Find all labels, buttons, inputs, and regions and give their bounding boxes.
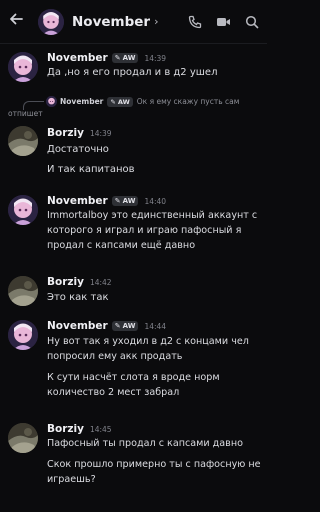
status-badge: ✎ AW [111, 53, 139, 63]
message-header: November ✎ AW 14:39 [47, 52, 166, 64]
status-badge: ✎ AW [111, 196, 139, 206]
chat-header: November › [0, 0, 267, 44]
timestamp: 14:40 [144, 196, 167, 206]
message-text: Immortalboy это единственный аккаунт с к… [47, 210, 258, 251]
timestamp: 14:42 [89, 277, 112, 287]
message-header: November ✎ AW 14:40 [47, 195, 166, 207]
author-name[interactable]: November [47, 52, 108, 64]
message-header: Borziy 14:42 [47, 276, 112, 288]
avatar[interactable] [8, 52, 38, 82]
message-header: November ✎ AW 14:44 [47, 320, 166, 332]
search-icon[interactable] [245, 15, 259, 29]
pen-icon: ✎ [114, 322, 121, 330]
avatar[interactable] [8, 195, 38, 225]
avatar[interactable] [8, 320, 38, 350]
timestamp: 14:44 [144, 321, 167, 331]
message-text: Достаточно И так капитанов [47, 144, 135, 175]
header-actions [188, 15, 259, 29]
reply-text: отпишет [8, 109, 43, 118]
chevron-right-icon[interactable]: › [154, 15, 158, 28]
timestamp: 14:39 [144, 53, 167, 63]
pen-icon: ✎ [110, 97, 116, 106]
avatar[interactable] [8, 423, 38, 453]
author-name[interactable]: Borziy [47, 127, 84, 139]
video-icon[interactable] [216, 15, 231, 29]
back-arrow-icon[interactable] [8, 11, 30, 32]
author-name[interactable]: November [47, 320, 108, 332]
message-text: Это как так [47, 292, 109, 303]
status-badge: ✎ AW [111, 321, 139, 331]
timestamp: 14:45 [89, 424, 112, 434]
avatar[interactable] [38, 8, 64, 35]
timestamp: 14:39 [89, 128, 112, 138]
pen-icon: ✎ [114, 197, 121, 205]
author-name[interactable]: November [47, 195, 108, 207]
message-header: Borziy 14:39 [47, 127, 112, 139]
phone-icon[interactable] [188, 15, 202, 29]
message-text: Ну вот так я уходил в д2 с концами чел п… [47, 336, 249, 398]
reply-text: Ок я ему скажу пусть сам [136, 97, 240, 106]
author-name[interactable]: Borziy [47, 423, 84, 435]
reply-preview[interactable]: November ✎ AW Ок я ему скажу пусть сам [46, 96, 239, 107]
message-text: Да ,но я его продал и в д2 ушел [47, 67, 218, 78]
message-header: Borziy 14:45 [47, 423, 112, 435]
status-badge: ✎ AW [107, 96, 133, 107]
pen-icon: ✎ [114, 54, 121, 62]
author-name[interactable]: Borziy [47, 276, 84, 288]
avatar[interactable] [8, 126, 38, 156]
avatar [46, 96, 57, 107]
avatar[interactable] [8, 276, 38, 306]
message-text: Пафосный ты продал с капсами давно Скок … [47, 438, 261, 485]
page-title[interactable]: November [72, 14, 150, 30]
reply-author: November [60, 97, 104, 106]
